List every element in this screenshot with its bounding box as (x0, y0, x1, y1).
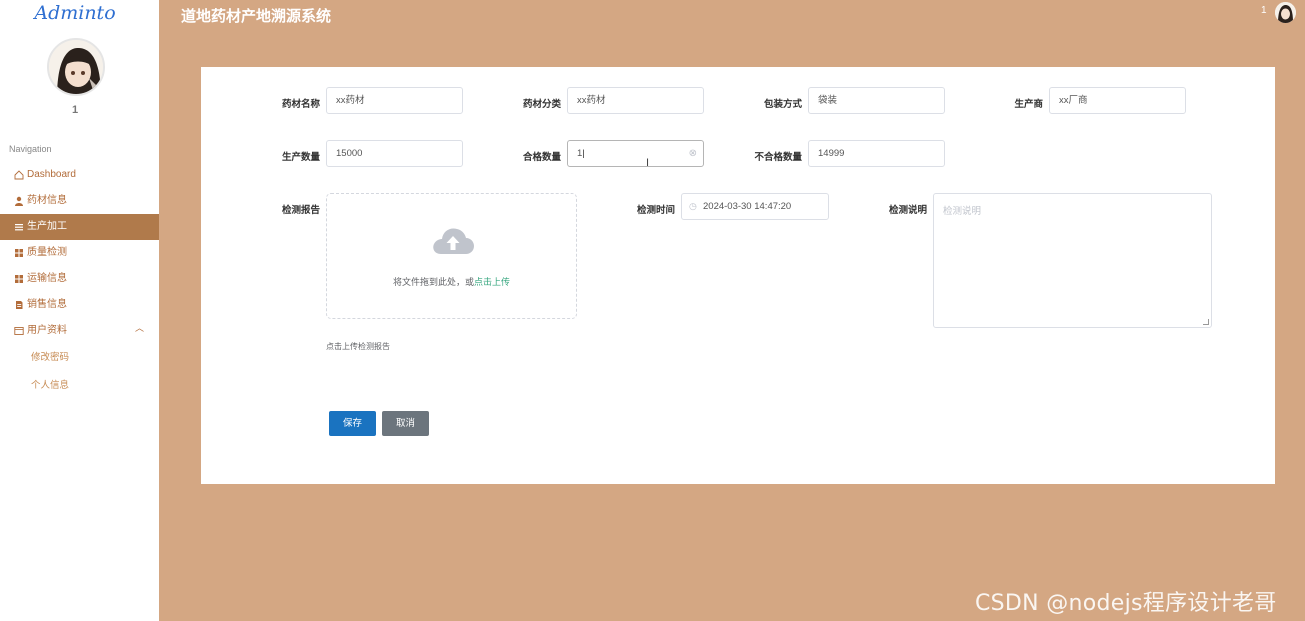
clock-icon: ◷ (689, 201, 697, 211)
herb-category-input[interactable]: xx药材 (567, 87, 704, 114)
top-user-label[interactable]: 1 (1261, 5, 1267, 16)
production-qty-label: 生产数量 (281, 152, 320, 163)
manufacturer-input[interactable]: xx厂商 (1049, 87, 1186, 114)
upload-tip: 点击上传检测报告 (326, 342, 390, 351)
grid-icon (14, 274, 24, 284)
avatar[interactable] (47, 38, 105, 96)
inspection-time-value: 2024-03-30 14:47:20 (703, 201, 792, 212)
upload-instruction: 将文件拖到此处，或点击上传 (327, 275, 576, 288)
production-qty-input[interactable]: 15000 (326, 140, 463, 167)
inspection-time-label: 检测时间 (636, 205, 675, 216)
unqualified-qty-label: 不合格数量 (754, 152, 802, 163)
manufacturer-label: 生产商 (1014, 99, 1043, 110)
packaging-label: 包装方式 (763, 99, 802, 110)
herb-name-input[interactable]: xx药材 (326, 87, 463, 114)
sidebar-item-label: 销售信息 (27, 299, 67, 310)
unqualified-qty-input[interactable]: 14999 (808, 140, 945, 167)
watermark-text: CSDN @nodejs程序设计老哥 (975, 591, 1277, 616)
packaging-input[interactable]: 袋装 (808, 87, 945, 114)
sidebar-item-dashboard[interactable]: Dashboard (0, 162, 159, 188)
herb-category-label: 药材分类 (522, 99, 561, 110)
user-id-label: 1 (71, 104, 79, 116)
sidebar-item-label: 生产加工 (27, 221, 67, 232)
text-cursor-icon: I (646, 157, 650, 169)
qualified-qty-label: 合格数量 (522, 152, 561, 163)
home-icon (14, 170, 24, 180)
nav-section-title: Navigation (9, 144, 52, 154)
sidebar-nav: Dashboard 药材信息 生产加工 质量检测 运输信息 销售信息 用户资料 … (0, 162, 159, 400)
resize-handle-icon[interactable] (1203, 319, 1209, 325)
inspection-time-picker[interactable]: ◷ 2024-03-30 14:47:20 (681, 193, 829, 220)
upload-drag-text: 将文件拖到此处，或 (392, 277, 474, 287)
save-button[interactable]: 保存 (329, 411, 376, 436)
sidebar-item-user-profile[interactable]: 用户资料 ︿ (0, 318, 159, 344)
sidebar-item-quality[interactable]: 质量检测 (0, 240, 159, 266)
profile-card-icon (14, 326, 24, 336)
cloud-upload-icon (431, 224, 475, 256)
report-upload-dropzone[interactable]: 将文件拖到此处，或点击上传 (326, 193, 577, 319)
inspection-desc-label: 检测说明 (888, 205, 927, 216)
sidebar-item-label: Dashboard (27, 169, 76, 180)
sidebar-item-herb-info[interactable]: 药材信息 (0, 188, 159, 214)
qualified-qty-input[interactable]: 1| ⊗ (567, 140, 704, 167)
report-label: 检测报告 (281, 205, 320, 216)
sidebar-item-sales[interactable]: 销售信息 (0, 292, 159, 318)
sidebar-subitem-change-password[interactable]: 修改密码 (0, 344, 159, 372)
top-avatar[interactable] (1275, 2, 1296, 23)
user-icon (14, 196, 24, 206)
file-icon (14, 300, 24, 310)
list-icon (14, 222, 24, 232)
sidebar: Adminto 1 Navigation Dashboard 药材信息 生产加工… (0, 0, 159, 621)
page-title: 道地药材产地溯源系统 (181, 8, 332, 25)
sidebar-item-label: 用户资料 (27, 325, 67, 336)
inspection-desc-textarea[interactable]: 检测说明 (933, 193, 1212, 328)
chevron-up-icon[interactable]: ︿ (135, 318, 144, 338)
upload-click-link[interactable]: 点击上传 (474, 277, 510, 287)
sidebar-item-production[interactable]: 生产加工 (0, 214, 159, 240)
clear-icon[interactable]: ⊗ (689, 141, 697, 166)
sidebar-item-label: 质量检测 (27, 247, 67, 258)
grid-icon (14, 248, 24, 258)
app-logo[interactable]: Adminto (0, 2, 150, 24)
cancel-button[interactable]: 取消 (382, 411, 429, 436)
herb-name-label: 药材名称 (281, 99, 320, 110)
sidebar-item-transport[interactable]: 运输信息 (0, 266, 159, 292)
sidebar-subitem-personal-info[interactable]: 个人信息 (0, 372, 159, 400)
sidebar-item-label: 药材信息 (27, 195, 67, 206)
inspection-desc-placeholder: 检测说明 (943, 206, 982, 217)
sidebar-item-label: 运输信息 (27, 273, 67, 284)
